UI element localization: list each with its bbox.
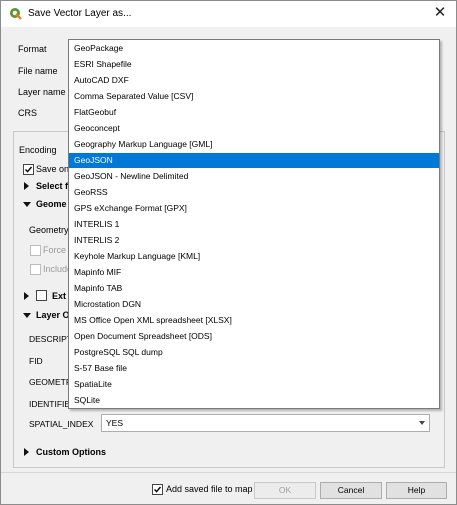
format-option-csv[interactable]: Comma Separated Value [CSV] (69, 89, 439, 104)
file-name-label: File name (18, 66, 58, 76)
title-bar: Save Vector Layer as... ✕ (1, 1, 456, 27)
format-option-autocad-dxf[interactable]: AutoCAD DXF (69, 73, 439, 88)
custom-options-label[interactable]: Custom Options (36, 447, 106, 457)
force-multi-label: Force (43, 245, 67, 255)
format-option-s57[interactable]: S-57 Base file (69, 361, 439, 376)
format-option-mapinfo-tab[interactable]: Mapinfo TAB (69, 281, 439, 296)
geometry-section-label[interactable]: Geome (36, 199, 67, 209)
format-option-geojson-selected[interactable]: GeoJSON (69, 153, 439, 168)
format-option-esri-shapefile[interactable]: ESRI Shapefile (69, 57, 439, 72)
add-saved-file-label: Add saved file to map (166, 484, 253, 494)
select-fields-label[interactable]: Select f (36, 181, 68, 191)
layer-options-label[interactable]: Layer O (36, 310, 70, 320)
layer-option-label: FID (29, 356, 43, 366)
format-option-geojson-newline[interactable]: GeoJSON - Newline Delimited (69, 169, 439, 184)
footer-divider (1, 472, 456, 473)
cancel-button[interactable]: Cancel (320, 482, 382, 499)
format-option-geopackage[interactable]: GeoPackage (69, 41, 439, 56)
crs-label: CRS (18, 108, 38, 118)
format-option-kml[interactable]: Keyhole Markup Language [KML] (69, 249, 439, 264)
add-saved-file-checkbox[interactable] (152, 484, 163, 495)
force-multi-checkbox[interactable] (30, 245, 41, 256)
format-option-mapinfo-mif[interactable]: Mapinfo MIF (69, 265, 439, 280)
save-only-selected-label: Save onl (36, 164, 72, 174)
spatial-index-label: SPATIAL_INDEX (29, 419, 94, 429)
format-option-gpx[interactable]: GPS eXchange Format [GPX] (69, 201, 439, 216)
chevron-down-icon (419, 421, 425, 425)
checkmark-icon (154, 486, 162, 493)
format-dropdown-list: GeoPackage ESRI Shapefile AutoCAD DXF Co… (68, 39, 440, 409)
checkmark-icon (25, 166, 33, 173)
layer-option-label: IDENTIFIE (29, 399, 71, 409)
expand-right-icon[interactable] (24, 448, 29, 456)
save-only-selected-checkbox[interactable] (23, 164, 34, 175)
close-icon[interactable]: ✕ (432, 4, 448, 22)
layer-option-label: DESCRIPT (29, 334, 72, 344)
spatial-index-select[interactable]: YES (101, 414, 430, 432)
spatial-index-value: YES (106, 418, 124, 428)
extent-checkbox[interactable] (36, 290, 47, 301)
layer-name-label: Layer name (18, 87, 66, 97)
format-option-sqlite[interactable]: SQLite (69, 393, 439, 408)
include-z-checkbox[interactable] (30, 264, 41, 275)
format-label: Format (18, 44, 47, 54)
help-button[interactable]: Help (386, 482, 447, 499)
format-option-xlsx[interactable]: MS Office Open XML spreadsheet [XLSX] (69, 313, 439, 328)
expand-right-icon[interactable] (24, 292, 29, 300)
format-option-interlis-2[interactable]: INTERLIS 2 (69, 233, 439, 248)
encoding-label: Encoding (19, 145, 57, 155)
expand-right-icon[interactable] (24, 182, 29, 190)
collapse-down-icon[interactable] (23, 202, 31, 207)
format-option-gml[interactable]: Geography Markup Language [GML] (69, 137, 439, 152)
save-vector-layer-dialog: Save Vector Layer as... ✕ Format File na… (0, 0, 457, 505)
ok-button[interactable]: OK (254, 482, 316, 499)
geometry-label: Geometry (29, 225, 69, 235)
format-option-microstation-dgn[interactable]: Microstation DGN (69, 297, 439, 312)
qgis-logo-icon (10, 8, 22, 20)
window-title: Save Vector Layer as... (28, 8, 132, 19)
format-option-interlis-1[interactable]: INTERLIS 1 (69, 217, 439, 232)
format-option-spatialite[interactable]: SpatiaLite (69, 377, 439, 392)
format-option-flatgeobuf[interactable]: FlatGeobuf (69, 105, 439, 120)
format-option-postgresql-dump[interactable]: PostgreSQL SQL dump (69, 345, 439, 360)
format-option-geoconcept[interactable]: Geoconcept (69, 121, 439, 136)
format-option-ods[interactable]: Open Document Spreadsheet [ODS] (69, 329, 439, 344)
format-option-georss[interactable]: GeoRSS (69, 185, 439, 200)
extent-label[interactable]: Ext (52, 291, 66, 301)
collapse-down-icon[interactable] (23, 313, 31, 318)
